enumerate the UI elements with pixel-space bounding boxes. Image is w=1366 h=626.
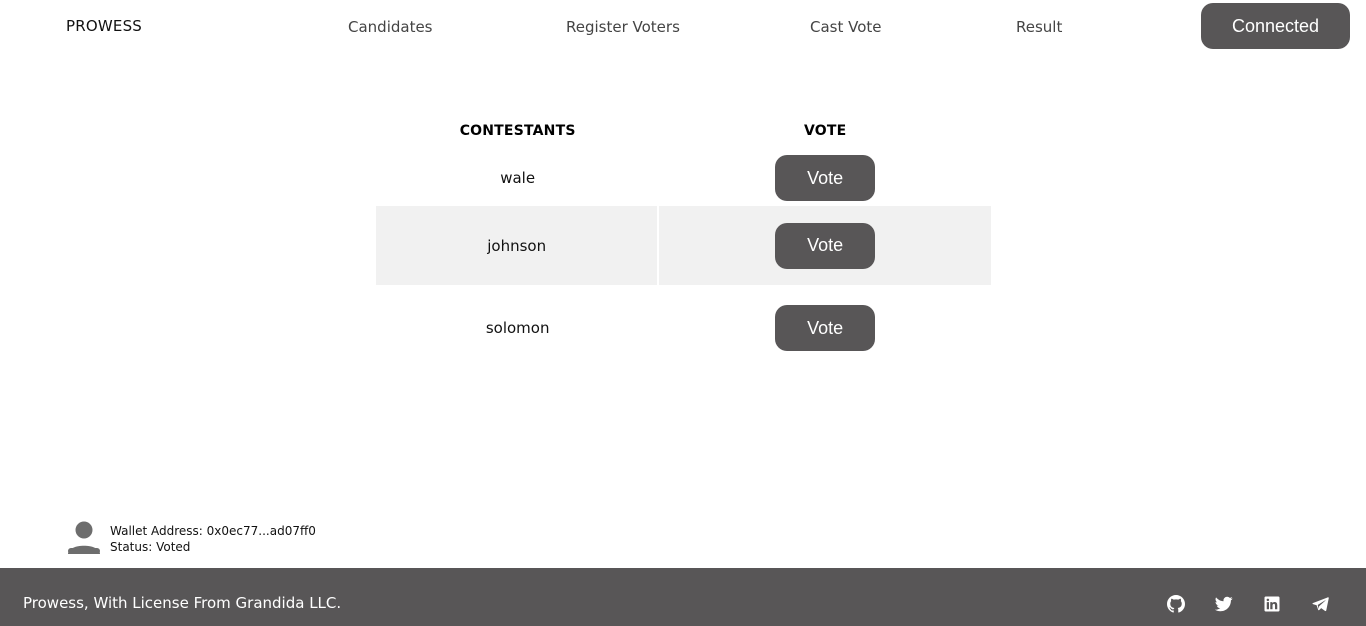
footer: Prowess, With License From Grandida LLC. — [0, 568, 1366, 626]
vote-cell: Vote — [659, 285, 991, 371]
brand-logo[interactable]: PROWESS — [66, 17, 142, 35]
vote-status: Status: Voted — [110, 540, 191, 554]
vote-button[interactable]: Vote — [775, 222, 876, 269]
vote-cell: Vote — [659, 206, 991, 285]
page: PROWESS Candidates Register Voters Cast … — [0, 0, 1366, 626]
vote-button[interactable]: Vote — [775, 155, 876, 201]
vote-cell: Vote — [659, 150, 991, 206]
header-contestants: CONTESTANTS — [459, 123, 576, 139]
header-vote: VOTE — [803, 123, 847, 139]
table-row: wale Vote — [376, 150, 991, 206]
table-row: solomon Vote — [376, 285, 991, 371]
contestant-name: solomon — [485, 319, 550, 337]
nav-link-candidates[interactable]: Candidates — [348, 18, 433, 36]
wallet-text: Wallet Address: 0x0ec77...ad07ff0 Status… — [110, 523, 316, 555]
nav-link-result[interactable]: Result — [1016, 18, 1062, 36]
contestant-name: johnson — [376, 206, 660, 285]
user-icon — [66, 521, 102, 555]
telegram-icon[interactable] — [1311, 595, 1329, 613]
nav-link-register-voters[interactable]: Register Voters — [566, 18, 680, 36]
github-icon[interactable] — [1167, 595, 1185, 613]
footer-copyright: Prowess, With License From Grandida LLC. — [23, 594, 342, 612]
twitter-icon[interactable] — [1215, 595, 1233, 613]
vote-button[interactable]: Vote — [775, 305, 876, 351]
table-row: johnson Vote — [376, 206, 991, 285]
linkedin-icon[interactable] — [1263, 595, 1281, 613]
top-nav: PROWESS Candidates Register Voters Cast … — [0, 0, 1366, 56]
table-header-row: CONTESTANTS VOTE — [376, 112, 991, 150]
connect-wallet-button[interactable]: Connected — [1201, 3, 1350, 49]
wallet-address: Wallet Address: 0x0ec77...ad07ff0 — [110, 524, 316, 538]
nav-link-cast-vote[interactable]: Cast Vote — [810, 18, 882, 36]
contestant-name: wale — [500, 169, 536, 187]
contestants-table: CONTESTANTS VOTE wale Vote johnson Vote … — [376, 112, 991, 371]
